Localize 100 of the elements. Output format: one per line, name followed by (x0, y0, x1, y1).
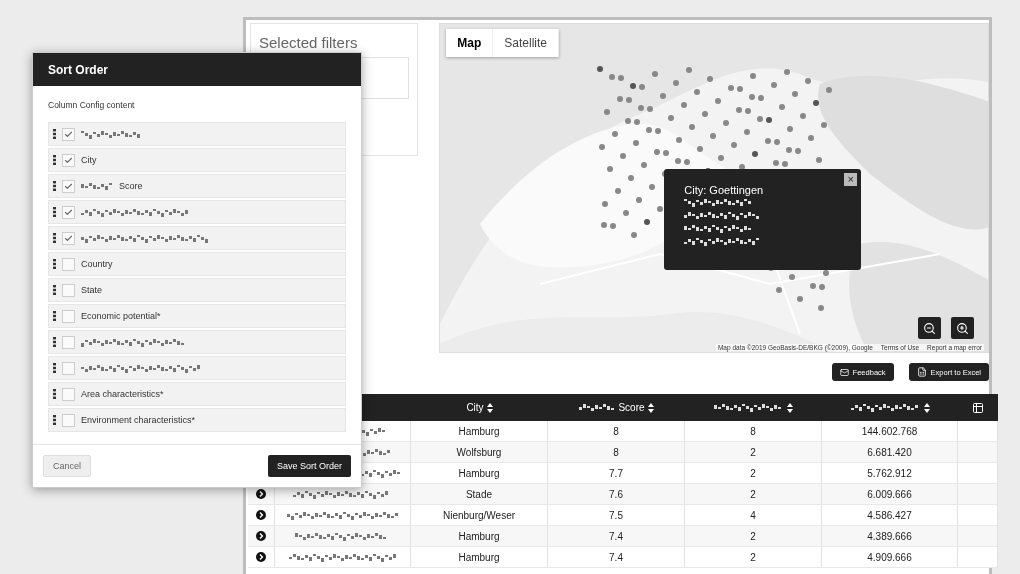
table-cell: Hamburg (411, 463, 548, 484)
column-name: State (81, 285, 102, 295)
checkbox[interactable] (62, 387, 75, 401)
table-cell: 2 (685, 526, 822, 547)
column-item[interactable] (48, 356, 346, 380)
drag-handle-icon[interactable] (53, 389, 56, 399)
column-item[interactable]: City (48, 148, 346, 172)
checkbox[interactable] (62, 413, 75, 427)
drag-handle-icon[interactable] (53, 181, 56, 191)
column-name: Area characteristics* (81, 389, 164, 399)
drag-handle-icon[interactable] (53, 415, 56, 425)
checkbox[interactable] (62, 309, 75, 323)
cancel-button[interactable]: Cancel (43, 455, 91, 477)
column-name: City (81, 155, 97, 165)
checkbox[interactable] (62, 231, 75, 245)
filters-title: Selected filters (259, 34, 359, 51)
column-item[interactable]: Economic potential* (48, 304, 346, 328)
checkbox[interactable] (62, 361, 75, 375)
table-cell: 4.389.666 (822, 526, 958, 547)
table-cell: 6.681.420 (822, 442, 958, 463)
zoom-in-icon (956, 321, 969, 335)
dialog-subtitle: Column Config content (48, 100, 136, 110)
checkbox[interactable] (62, 335, 75, 349)
column-item[interactable] (48, 330, 346, 354)
column-item[interactable] (48, 122, 346, 146)
checkbox[interactable] (62, 283, 75, 297)
table-cell: 2 (685, 547, 822, 568)
column-item[interactable]: Area characteristics* (48, 382, 346, 406)
table-cell (958, 463, 998, 484)
save-button[interactable]: Save Sort Order (267, 455, 351, 477)
expand-row-icon[interactable] (256, 510, 266, 520)
drag-handle-icon[interactable] (53, 337, 56, 347)
table-cell: 6.009.666 (822, 484, 958, 505)
column-name: Economic potential* (81, 311, 161, 321)
table-cell: Wolfsburg (411, 442, 548, 463)
drag-handle-icon[interactable] (53, 233, 56, 243)
drag-handle-icon[interactable] (53, 285, 56, 295)
zoom-out-icon (923, 321, 936, 335)
sort-icon[interactable] (787, 402, 793, 413)
map-type-tab[interactable]: Satellite (493, 29, 559, 57)
checkbox[interactable] (62, 205, 75, 219)
table-cell (958, 442, 998, 463)
table-cell: Hamburg (411, 421, 548, 442)
drag-handle-icon[interactable] (53, 363, 56, 373)
column-name: Environment characteristics* (81, 415, 196, 425)
drag-handle-icon[interactable] (53, 129, 56, 139)
table-cell: 7.5 (548, 505, 685, 526)
column-header[interactable]: Score (548, 394, 685, 421)
table-cell: 8 (685, 421, 822, 442)
map-type-tab[interactable]: Map (446, 29, 494, 57)
column-name: Country (81, 259, 113, 269)
column-item[interactable]: State (48, 278, 346, 302)
column-item[interactable]: Environment characteristics* (48, 408, 346, 432)
table-cell: 7.7 (548, 463, 685, 484)
table-cell: 2 (685, 484, 822, 505)
column-item[interactable] (48, 226, 346, 250)
table-cell: Hamburg (411, 526, 548, 547)
check-icon (64, 207, 73, 217)
check-icon (64, 233, 73, 243)
table-cell: 4.586.427 (822, 505, 958, 526)
zoom-in-button[interactable] (951, 317, 974, 339)
sort-icon[interactable] (647, 402, 654, 413)
check-icon (64, 129, 73, 139)
drag-handle-icon[interactable] (53, 207, 56, 217)
info-title: City: Goettingen (684, 184, 765, 196)
drag-handle-icon[interactable] (53, 311, 56, 321)
table-cell: 4.909.666 (822, 547, 958, 568)
checkbox[interactable] (62, 127, 75, 141)
column-settings-button[interactable] (958, 394, 998, 421)
table-cell: 7.6 (548, 484, 685, 505)
column-item[interactable]: Score (48, 174, 346, 198)
expand-row-icon[interactable] (256, 489, 266, 499)
table-cell: 5.762.912 (822, 463, 958, 484)
sort-icon[interactable] (486, 402, 493, 413)
column-name: Score (119, 181, 143, 191)
table-cell (958, 505, 998, 526)
zoom-out-button[interactable] (918, 317, 941, 339)
column-item[interactable]: Country (48, 252, 346, 276)
sort-icon[interactable] (923, 402, 930, 413)
close-button[interactable]: × (844, 173, 858, 186)
column-item[interactable] (48, 200, 346, 224)
table-icon (972, 401, 984, 414)
table-cell: Stade (411, 484, 548, 505)
table-cell: 7.4 (548, 526, 685, 547)
column-label: Score (618, 402, 645, 413)
check-icon (64, 155, 73, 165)
table-cell (958, 421, 998, 442)
checkbox[interactable] (62, 153, 75, 167)
expand-row-icon[interactable] (256, 552, 266, 562)
expand-row-icon[interactable] (256, 531, 266, 541)
checkbox[interactable] (62, 257, 75, 271)
drag-handle-icon[interactable] (53, 259, 56, 269)
checkbox[interactable] (62, 179, 75, 193)
table-cell: 7.4 (548, 547, 685, 568)
table-cell: 2 (685, 463, 822, 484)
spreadsheet-icon (916, 367, 927, 377)
column-label: City (466, 402, 484, 413)
table-cell: Nienburg/Weser (411, 505, 548, 526)
drag-handle-icon[interactable] (53, 155, 56, 165)
column-header[interactable]: City (411, 394, 548, 421)
